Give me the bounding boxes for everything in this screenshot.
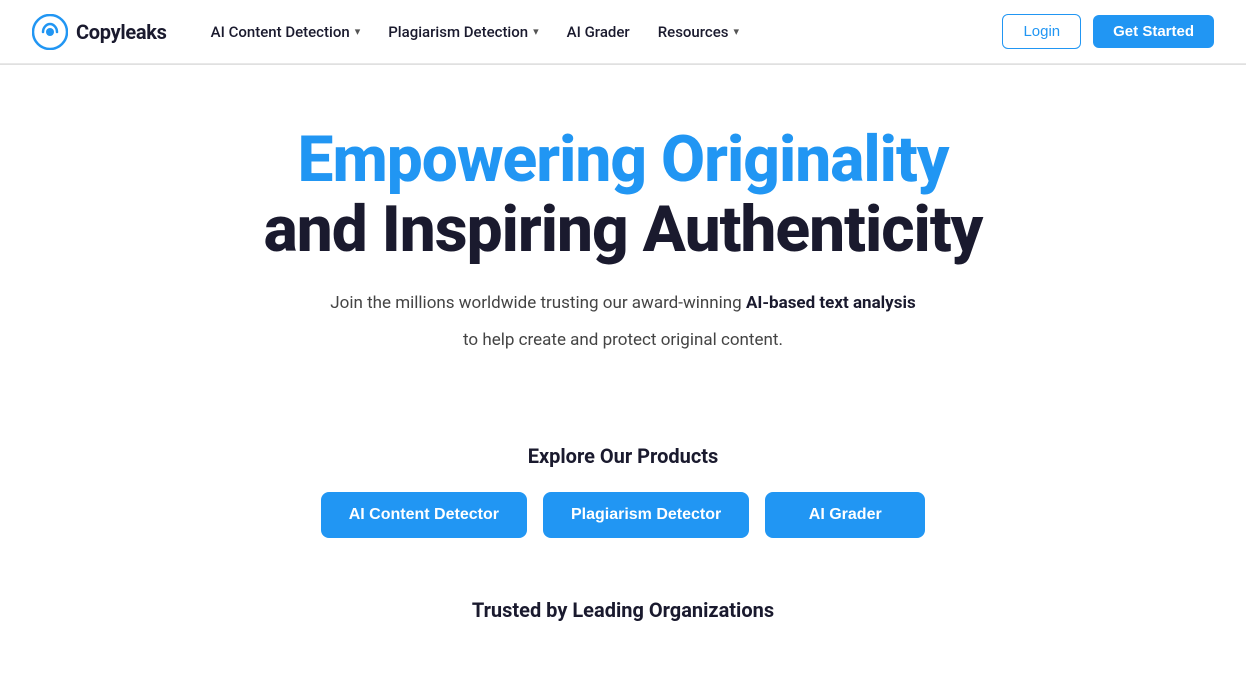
products-section: Explore Our Products AI Content Detector… <box>0 434 1246 578</box>
hero-title-line2: and Inspiring Authenticity <box>264 195 983 265</box>
logo-text: Copyleaks <box>76 20 167 44</box>
products-buttons: AI Content Detector Plagiarism Detector … <box>321 492 926 538</box>
chevron-down-icon: ▾ <box>355 25 361 38</box>
nav-links: AI Content Detection ▾ Plagiarism Detect… <box>199 15 1003 49</box>
nav-item-ai-content-detection[interactable]: AI Content Detection ▾ <box>199 15 373 49</box>
nav-item-resources[interactable]: Resources ▾ <box>646 15 751 49</box>
trusted-section-title: Trusted by Leading Organizations <box>472 598 774 622</box>
plagiarism-detector-button[interactable]: Plagiarism Detector <box>543 492 749 538</box>
copyleaks-logo-icon <box>32 14 68 50</box>
login-button[interactable]: Login <box>1002 14 1081 49</box>
products-section-title: Explore Our Products <box>528 444 719 468</box>
chevron-down-icon: ▾ <box>734 25 740 38</box>
hero-title-line1: Empowering Originality <box>298 125 949 195</box>
get-started-button[interactable]: Get Started <box>1093 15 1214 48</box>
hero-section: Empowering Originality and Inspiring Aut… <box>0 65 1246 434</box>
logo[interactable]: Copyleaks <box>32 14 167 50</box>
navbar: Copyleaks AI Content Detection ▾ Plagiar… <box>0 0 1246 64</box>
nav-item-ai-grader[interactable]: AI Grader <box>555 15 642 49</box>
hero-subtitle-line2: to help create and protect original cont… <box>463 327 783 354</box>
nav-item-plagiarism-detection[interactable]: Plagiarism Detection ▾ <box>376 15 550 49</box>
ai-content-detector-button[interactable]: AI Content Detector <box>321 492 527 538</box>
hero-subtitle: Join the millions worldwide trusting our… <box>330 290 915 317</box>
chevron-down-icon: ▾ <box>533 25 539 38</box>
nav-actions: Login Get Started <box>1002 14 1214 49</box>
ai-grader-button[interactable]: AI Grader <box>765 492 925 538</box>
trusted-section: Trusted by Leading Organizations <box>0 578 1246 632</box>
